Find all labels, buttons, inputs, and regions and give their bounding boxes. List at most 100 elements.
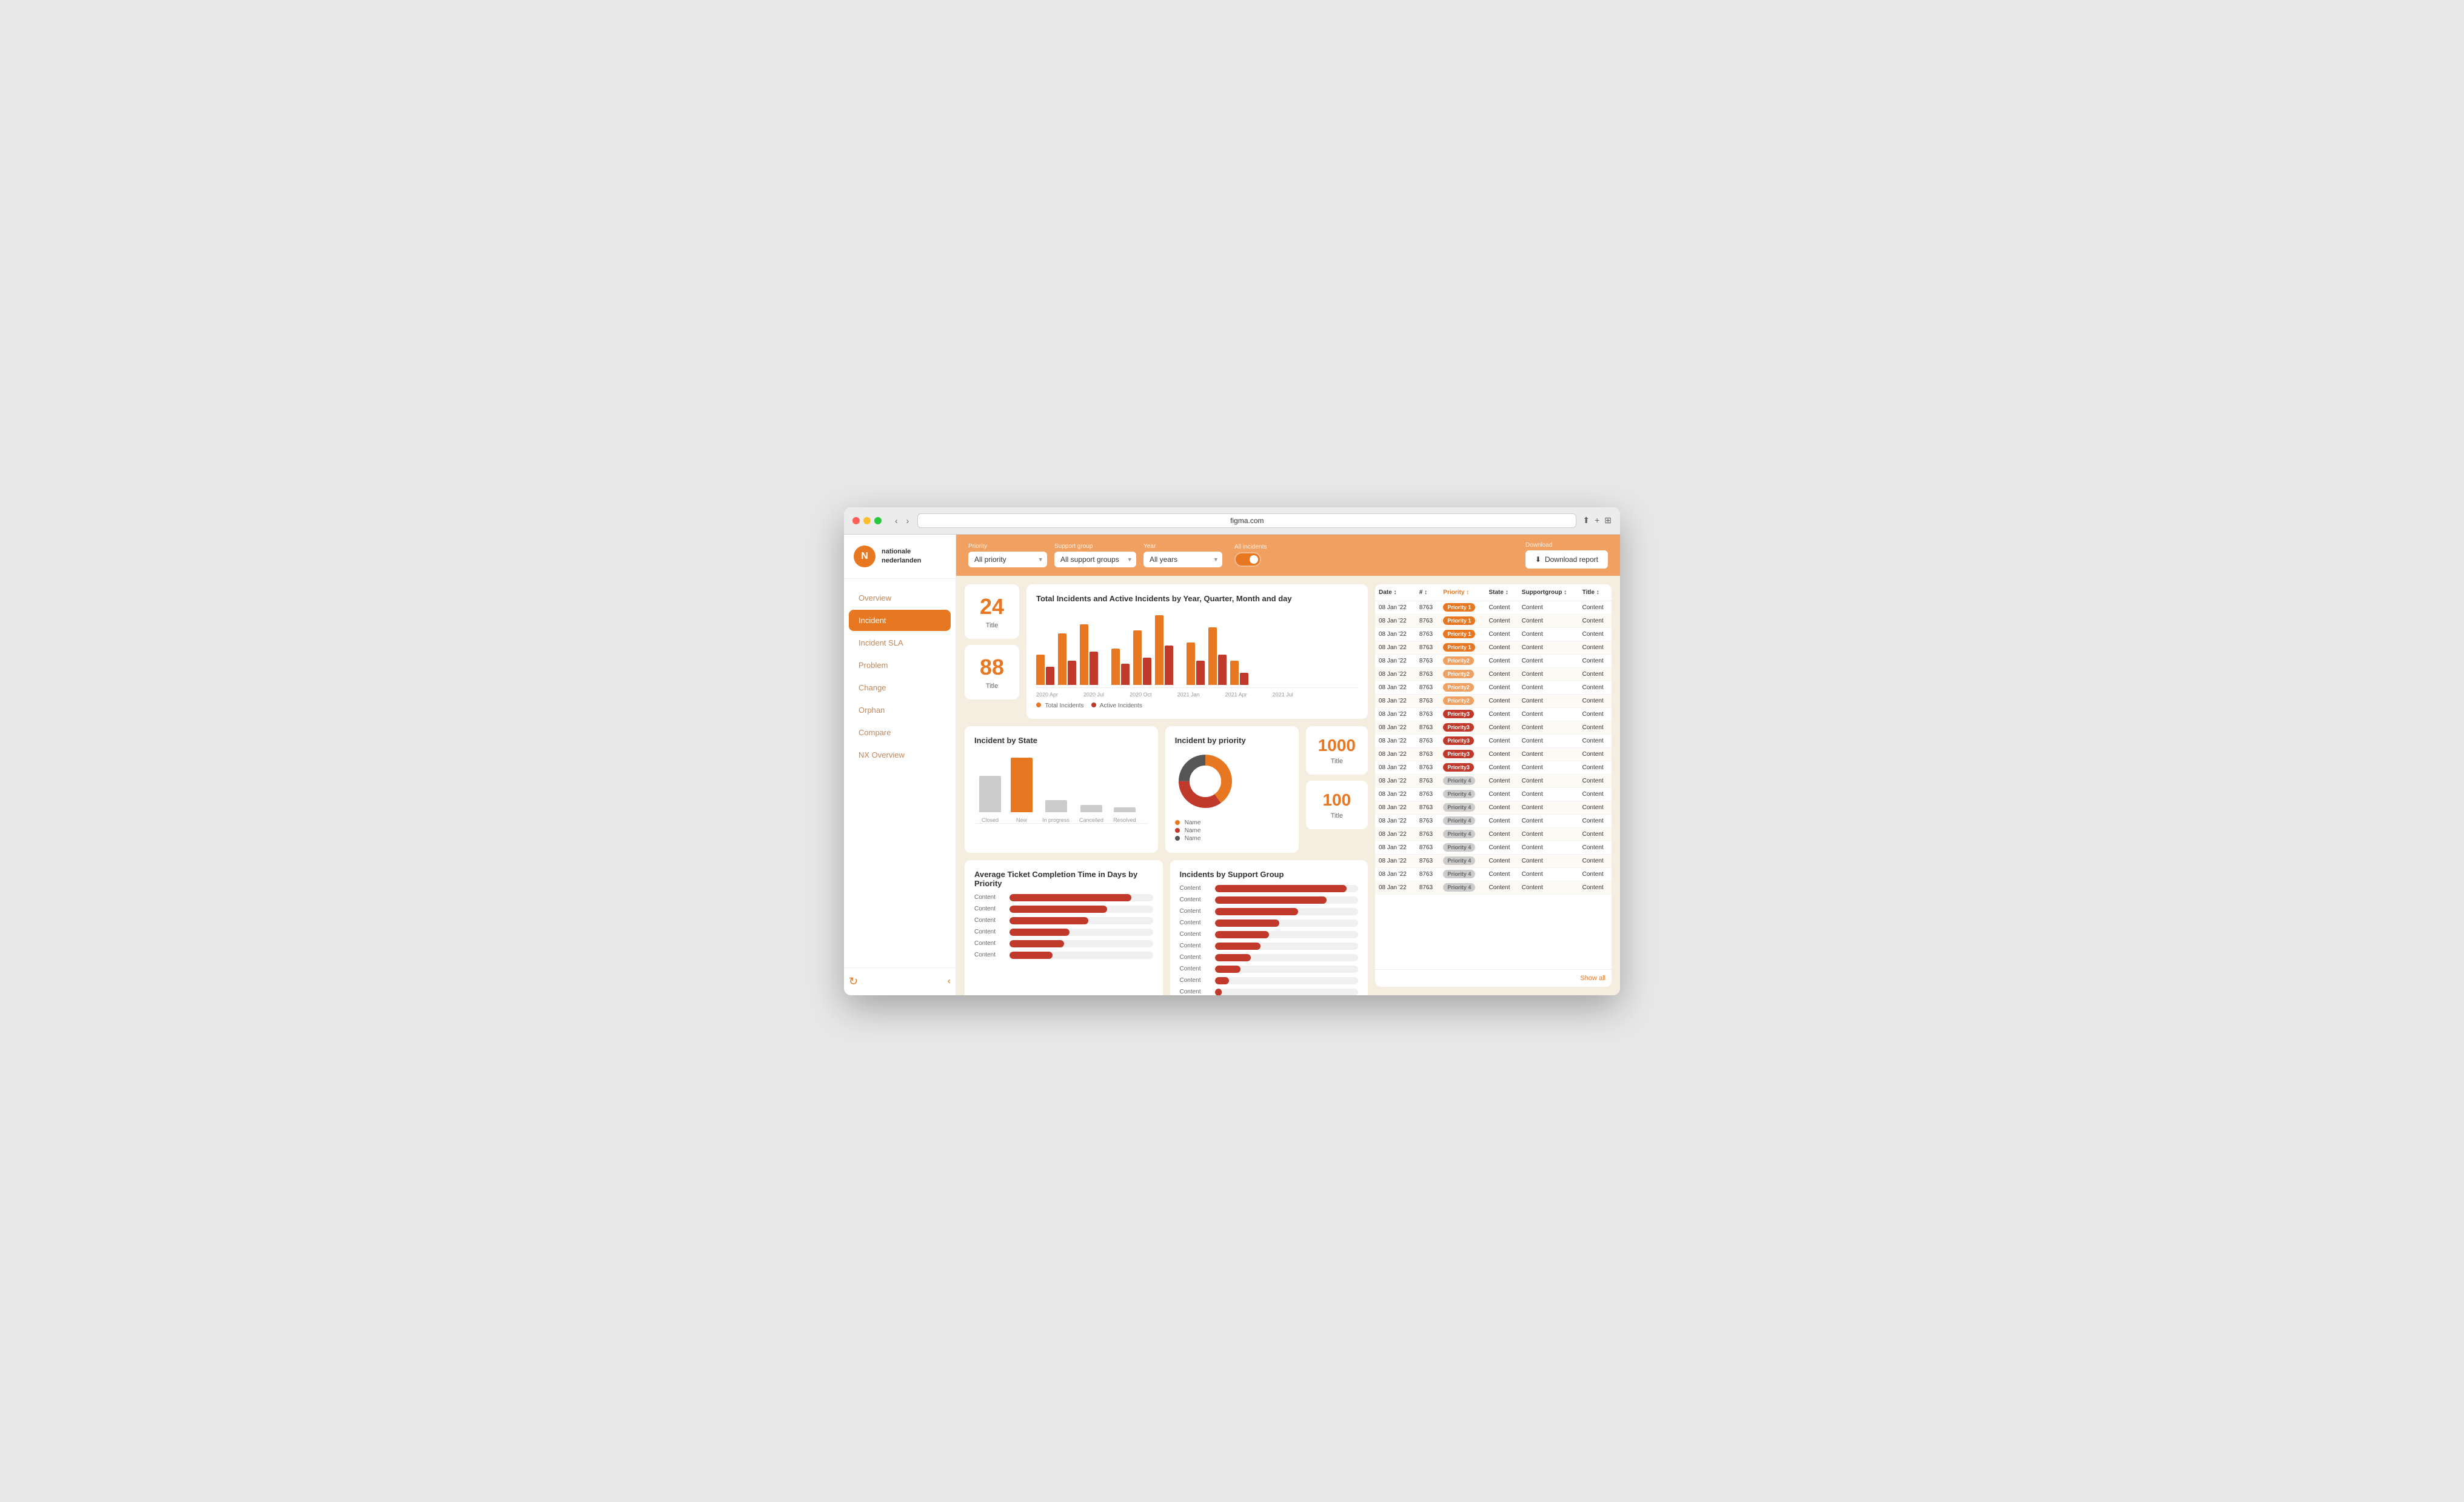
cell-state: Content bbox=[1485, 721, 1518, 734]
avg-bar-fill-1 bbox=[1009, 894, 1131, 901]
sidebar-item-change[interactable]: Change bbox=[849, 677, 951, 698]
year-select[interactable]: All years bbox=[1143, 552, 1222, 567]
sidebar-item-problem[interactable]: Problem bbox=[849, 655, 951, 676]
stat-card-3: 1000 Title bbox=[1306, 726, 1368, 775]
state-chart-card: Incident by State Closed New bbox=[965, 726, 1158, 853]
cell-support: Content bbox=[1518, 801, 1579, 814]
avg-bar-list: Content Content bbox=[974, 894, 1153, 959]
table-container[interactable]: Date ↕ # ↕ Priority ↕ State ↕ Supportgro… bbox=[1375, 584, 1612, 969]
avg-bar-label-4: Content bbox=[974, 929, 1005, 935]
support-bar-label-5: Content bbox=[1180, 931, 1210, 938]
avg-bar-track-3 bbox=[1009, 917, 1153, 924]
cell-date: 08 Jan '22 bbox=[1375, 614, 1416, 627]
minimize-button[interactable] bbox=[863, 517, 871, 524]
cell-date: 08 Jan '22 bbox=[1375, 774, 1416, 787]
cell-support: Content bbox=[1518, 734, 1579, 747]
bar-total-6 bbox=[1155, 615, 1163, 685]
cell-date: 08 Jan '22 bbox=[1375, 827, 1416, 841]
th-date[interactable]: Date ↕ bbox=[1375, 584, 1416, 601]
download-label: Download bbox=[1525, 542, 1608, 549]
avg-bar-item-2: Content bbox=[974, 906, 1153, 913]
cell-support: Content bbox=[1518, 721, 1579, 734]
table-row: 08 Jan '22 8763 Priority 4 Content Conte… bbox=[1375, 814, 1612, 827]
cell-title: Content bbox=[1579, 801, 1612, 814]
share-icon[interactable]: ⬆ bbox=[1582, 515, 1590, 526]
table-row: 08 Jan '22 8763 Priority 1 Content Conte… bbox=[1375, 601, 1612, 614]
cell-support: Content bbox=[1518, 614, 1579, 627]
support-bar-label-4: Content bbox=[1180, 920, 1210, 926]
table-row: 08 Jan '22 8763 Priority 4 Content Conte… bbox=[1375, 774, 1612, 787]
cell-support: Content bbox=[1518, 747, 1579, 761]
incidents-toggle[interactable] bbox=[1234, 552, 1261, 567]
bar-total-9 bbox=[1230, 661, 1239, 685]
avg-chart-title: Average Ticket Completion Time in Days b… bbox=[974, 870, 1153, 888]
back-button[interactable]: ‹ bbox=[892, 515, 900, 527]
bar-closed bbox=[979, 776, 1001, 812]
grid-icon[interactable]: ⊞ bbox=[1604, 515, 1612, 526]
chart-legend: Total Incidents Active Incidents bbox=[1036, 703, 1358, 709]
add-tab-icon[interactable]: + bbox=[1595, 515, 1599, 526]
collapse-icon[interactable]: ‹ bbox=[948, 976, 951, 987]
priority-chart-title: Incident by priority bbox=[1175, 736, 1289, 745]
cell-priority: Priority3 bbox=[1439, 707, 1485, 721]
sidebar-item-nx-overview[interactable]: NX Overview bbox=[849, 744, 951, 766]
close-button[interactable] bbox=[852, 517, 860, 524]
cell-priority: Priority3 bbox=[1439, 747, 1485, 761]
cell-support: Content bbox=[1518, 867, 1579, 881]
cell-title: Content bbox=[1579, 814, 1612, 827]
bar-resolved bbox=[1114, 807, 1136, 812]
app-layout: N nationale nederlanden Overview Inciden… bbox=[844, 535, 1620, 995]
priority-badge: Priority 1 bbox=[1443, 616, 1475, 625]
bar-group-3 bbox=[1080, 624, 1098, 685]
cell-num: 8763 bbox=[1416, 681, 1440, 694]
cell-support: Content bbox=[1518, 787, 1579, 801]
cell-title: Content bbox=[1579, 881, 1612, 894]
main-content: Priority All priority Support group All … bbox=[956, 535, 1620, 995]
download-report-button[interactable]: ⬇ Download report bbox=[1525, 550, 1608, 569]
support-bar-label-3: Content bbox=[1180, 908, 1210, 915]
sidebar-item-compare[interactable]: Compare bbox=[849, 722, 951, 743]
table-row: 08 Jan '22 8763 Priority3 Content Conten… bbox=[1375, 761, 1612, 774]
priority-select[interactable]: All priority bbox=[968, 552, 1047, 567]
sidebar-item-overview[interactable]: Overview bbox=[849, 587, 951, 609]
th-number[interactable]: # ↕ bbox=[1416, 584, 1440, 601]
support-select[interactable]: All support groups bbox=[1054, 552, 1136, 567]
cell-state: Content bbox=[1485, 774, 1518, 787]
bar-active-7 bbox=[1196, 661, 1205, 685]
avg-bar-track-2 bbox=[1009, 906, 1153, 913]
legend-dot-total bbox=[1036, 703, 1041, 707]
th-state[interactable]: State ↕ bbox=[1485, 584, 1518, 601]
support-filter-group: Support group All support groups bbox=[1054, 543, 1136, 567]
cell-title: Content bbox=[1579, 867, 1612, 881]
bar-total-1 bbox=[1036, 655, 1045, 685]
priority-badge: Priority2 bbox=[1443, 696, 1474, 705]
show-all-button[interactable]: Show all bbox=[1375, 969, 1612, 987]
cell-num: 8763 bbox=[1416, 774, 1440, 787]
refresh-icon[interactable]: ↻ bbox=[849, 975, 858, 988]
priority-badge: Priority 4 bbox=[1443, 830, 1475, 838]
cell-state: Content bbox=[1485, 854, 1518, 867]
address-bar[interactable]: figma.com bbox=[917, 513, 1576, 528]
support-bar-track-7 bbox=[1215, 954, 1359, 961]
stat-number-4: 100 bbox=[1318, 790, 1356, 810]
cell-date: 08 Jan '22 bbox=[1375, 734, 1416, 747]
maximize-button[interactable] bbox=[874, 517, 882, 524]
support-bar-track-6 bbox=[1215, 943, 1359, 950]
th-title[interactable]: Title ↕ bbox=[1579, 584, 1612, 601]
cell-date: 08 Jan '22 bbox=[1375, 627, 1416, 641]
th-supportgroup[interactable]: Supportgroup ↕ bbox=[1518, 584, 1579, 601]
sidebar-item-orphan[interactable]: Orphan bbox=[849, 699, 951, 721]
cell-priority: Priority 1 bbox=[1439, 641, 1485, 654]
forward-button[interactable]: › bbox=[904, 515, 912, 527]
avg-bar-label-1: Content bbox=[974, 894, 1005, 901]
cell-date: 08 Jan '22 bbox=[1375, 601, 1416, 614]
cell-date: 08 Jan '22 bbox=[1375, 654, 1416, 667]
th-priority[interactable]: Priority ↕ bbox=[1439, 584, 1485, 601]
bar-active-5 bbox=[1143, 658, 1151, 685]
support-select-wrapper: All support groups bbox=[1054, 552, 1136, 567]
sidebar-item-incident[interactable]: Incident bbox=[849, 610, 951, 631]
sidebar-item-incident-sla[interactable]: Incident SLA bbox=[849, 632, 951, 653]
left-panels: 24 Title 88 Title Total Incidents and Ac… bbox=[965, 584, 1368, 987]
cell-support: Content bbox=[1518, 774, 1579, 787]
support-bar-fill-3 bbox=[1215, 908, 1298, 915]
